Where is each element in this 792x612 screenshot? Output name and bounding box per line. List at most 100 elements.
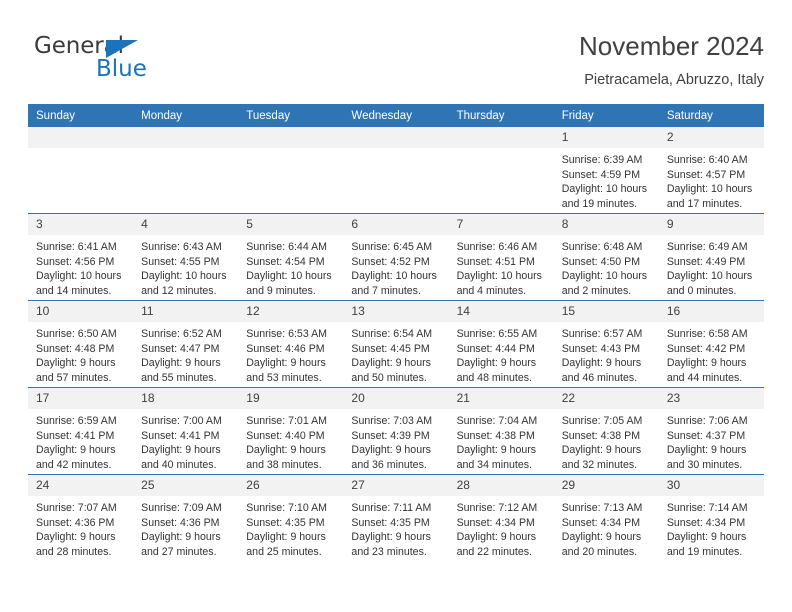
day-number: 29	[553, 475, 659, 496]
day-detail: Sunrise: 6:52 AM Sunset: 4:47 PM Daylight:…	[133, 322, 238, 385]
calendar-day-cell[interactable]: 6 Sunrise: 6:45 AM Sunset: 4:52 PM Daylight…	[343, 213, 449, 301]
title-block: November 2024 Pietracamela, Abruzzo, Ita…	[579, 30, 764, 89]
calendar-day-cell[interactable]: 3 Sunrise: 6:41 AM Sunset: 4:56 PM Daylight…	[28, 213, 134, 301]
sunset-text: Sunset: 4:46 PM	[246, 342, 325, 355]
calendar-day-cell[interactable]: 30 Sunrise: 7:14 AM Sunset: 4:34 PM Dayligh…	[658, 474, 764, 561]
daylight-text: Daylight: 9 hours and 23 minutes.	[351, 531, 431, 558]
calendar-day-cell[interactable]: 15 Sunrise: 6:57 AM Sunset: 4:43 PM Dayligh…	[553, 300, 659, 388]
weekday-header-saturday: Saturday	[658, 104, 764, 127]
sunrise-text: Sunrise: 6:43 AM	[141, 241, 222, 253]
calendar-day-cell[interactable]: 22 Sunrise: 7:05 AM Sunset: 4:38 PM Dayligh…	[553, 387, 659, 475]
calendar-day-cell[interactable]: 8 Sunrise: 6:48 AM Sunset: 4:50 PM Daylight…	[553, 213, 659, 301]
calendar-day-cell[interactable]: 4 Sunrise: 6:43 AM Sunset: 4:55 PM Daylight…	[133, 213, 239, 301]
calendar-day-cell[interactable]: 11 Sunrise: 6:52 AM Sunset: 4:47 PM Dayligh…	[133, 300, 239, 388]
sunrise-text: Sunrise: 7:09 AM	[141, 502, 222, 514]
day-detail: Sunrise: 6:39 AM Sunset: 4:59 PM Daylight:…	[554, 148, 659, 211]
day-detail: Sunrise: 7:13 AM Sunset: 4:34 PM Daylight:…	[554, 496, 659, 559]
sunrise-text: Sunrise: 7:10 AM	[246, 502, 327, 514]
sunset-text: Sunset: 4:35 PM	[351, 516, 430, 529]
sunrise-text: Sunrise: 7:12 AM	[456, 502, 538, 514]
calendar-day-cell[interactable]: 29 Sunrise: 7:13 AM Sunset: 4:34 PM Dayligh…	[553, 474, 659, 561]
sunset-text: Sunset: 4:41 PM	[141, 429, 220, 442]
sunrise-text: Sunrise: 6:58 AM	[666, 328, 748, 340]
weekday-header-monday: Monday	[133, 104, 239, 127]
daylight-text: Daylight: 9 hours and 55 minutes.	[141, 357, 221, 384]
day-detail: Sunrise: 7:00 AM Sunset: 4:41 PM Daylight:…	[133, 409, 238, 472]
day-number: 9	[658, 214, 764, 235]
calendar-day-cell[interactable]: 23 Sunrise: 7:06 AM Sunset: 4:37 PM Dayligh…	[658, 387, 764, 475]
day-detail: Sunrise: 6:43 AM Sunset: 4:55 PM Daylight:…	[133, 235, 238, 298]
day-detail: Sunrise: 7:05 AM Sunset: 4:38 PM Daylight:…	[554, 409, 659, 472]
calendar-day-cell[interactable]: 18 Sunrise: 7:00 AM Sunset: 4:41 PM Dayligh…	[133, 387, 239, 475]
location-subtitle: Pietracamela, Abruzzo, Italy	[584, 72, 764, 88]
sunset-text: Sunset: 4:35 PM	[246, 516, 325, 529]
daylight-text: Daylight: 9 hours and 40 minutes.	[141, 444, 221, 471]
day-number: 8	[553, 214, 659, 235]
day-detail: Sunrise: 6:58 AM Sunset: 4:42 PM Daylight:…	[659, 322, 764, 385]
calendar-day-cell[interactable]: 16 Sunrise: 6:58 AM Sunset: 4:42 PM Dayligh…	[658, 300, 764, 388]
sunset-text: Sunset: 4:49 PM	[666, 255, 746, 268]
general-blue-logo[interactable]: General Blue	[34, 33, 254, 91]
sunset-text: Sunset: 4:34 PM	[456, 516, 535, 529]
day-number: 28	[448, 475, 554, 496]
day-number: 2	[658, 127, 764, 148]
page-title: November 2024	[579, 31, 764, 61]
calendar-day-cell[interactable]: 13 Sunrise: 6:54 AM Sunset: 4:45 PM Dayligh…	[343, 300, 449, 388]
calendar-day-cell[interactable]: 26 Sunrise: 7:10 AM Sunset: 4:35 PM Dayligh…	[238, 474, 344, 561]
day-number: 23	[658, 388, 764, 409]
calendar-day-cell[interactable]: 5 Sunrise: 6:44 AM Sunset: 4:54 PM Daylight…	[238, 213, 344, 301]
calendar-day-cell[interactable]: 21 Sunrise: 7:04 AM Sunset: 4:38 PM Dayligh…	[448, 387, 554, 475]
sunset-text: Sunset: 4:38 PM	[561, 429, 641, 442]
daylight-text: Daylight: 9 hours and 22 minutes.	[456, 531, 537, 558]
day-number: 3	[28, 214, 134, 235]
calendar-day-cell[interactable]: 2 Sunrise: 6:40 AM Sunset: 4:57 PM Daylight…	[658, 127, 764, 214]
calendar-day-cell[interactable]: 25 Sunrise: 7:09 AM Sunset: 4:36 PM Dayligh…	[133, 474, 239, 561]
calendar-day-cell[interactable]: 7 Sunrise: 6:46 AM Sunset: 4:51 PM Daylight…	[448, 213, 554, 301]
calendar-day-cell[interactable]: 20 Sunrise: 7:03 AM Sunset: 4:39 PM Dayligh…	[343, 387, 449, 475]
sunrise-text: Sunrise: 6:49 AM	[666, 241, 748, 253]
sunset-text: Sunset: 4:56 PM	[36, 255, 115, 268]
calendar-day-cell[interactable]: 19 Sunrise: 7:01 AM Sunset: 4:40 PM Dayligh…	[238, 387, 344, 475]
day-number: 6	[343, 214, 449, 235]
day-number: 4	[133, 214, 239, 235]
day-detail: Sunrise: 6:50 AM Sunset: 4:48 PM Daylight:…	[28, 322, 133, 385]
calendar-day-cell[interactable]: 9 Sunrise: 6:49 AM Sunset: 4:49 PM Daylight…	[658, 213, 764, 301]
sunset-text: Sunset: 4:51 PM	[456, 255, 535, 268]
calendar-day-cell[interactable]: 27 Sunrise: 7:11 AM Sunset: 4:35 PM Dayligh…	[343, 474, 449, 561]
calendar-day-cell[interactable]: 10 Sunrise: 6:50 AM Sunset: 4:48 PM Dayligh…	[28, 300, 134, 388]
daylight-text: Daylight: 10 hours and 17 minutes.	[666, 183, 753, 210]
sunrise-text: Sunrise: 6:54 AM	[351, 328, 433, 340]
calendar-day-cell[interactable]: 1 Sunrise: 6:39 AM Sunset: 4:59 PM Daylight…	[553, 127, 659, 214]
calendar-day-cell[interactable]: 24 Sunrise: 7:07 AM Sunset: 4:36 PM Dayligh…	[28, 474, 134, 561]
calendar-body: 1 Sunrise: 6:39 AM Sunset: 4:59 PM Daylight…	[28, 127, 764, 561]
sunrise-text: Sunrise: 6:40 AM	[666, 154, 748, 166]
day-number: 24	[28, 475, 134, 496]
calendar-day-cell[interactable]: 14 Sunrise: 6:55 AM Sunset: 4:44 PM Dayligh…	[448, 300, 554, 388]
sunrise-sunset-calendar: Sunday Monday Tuesday Wednesday Thursday…	[28, 104, 764, 561]
day-detail: Sunrise: 6:55 AM Sunset: 4:44 PM Daylight:…	[449, 322, 554, 385]
sunset-text: Sunset: 4:50 PM	[561, 255, 641, 268]
calendar-day-cell[interactable]: 12 Sunrise: 6:53 AM Sunset: 4:46 PM Dayligh…	[238, 300, 344, 388]
daylight-text: Daylight: 9 hours and 50 minutes.	[351, 357, 431, 384]
day-detail: Sunrise: 7:07 AM Sunset: 4:36 PM Daylight:…	[28, 496, 133, 559]
sunset-text: Sunset: 4:34 PM	[666, 516, 746, 529]
sunset-text: Sunset: 4:54 PM	[246, 255, 325, 268]
sunset-text: Sunset: 4:39 PM	[351, 429, 430, 442]
daylight-text: Daylight: 10 hours and 0 minutes.	[666, 270, 753, 297]
sunrise-text: Sunrise: 7:13 AM	[561, 502, 643, 514]
day-number	[28, 127, 134, 148]
day-detail: Sunrise: 7:04 AM Sunset: 4:38 PM Daylight:…	[449, 409, 554, 472]
day-number: 25	[133, 475, 239, 496]
day-detail: Sunrise: 7:11 AM Sunset: 4:35 PM Daylight:…	[343, 496, 448, 559]
day-number	[133, 127, 239, 148]
sunset-text: Sunset: 4:36 PM	[141, 516, 220, 529]
daylight-text: Daylight: 9 hours and 38 minutes.	[246, 444, 326, 471]
sunrise-text: Sunrise: 6:50 AM	[36, 328, 117, 340]
day-number: 22	[553, 388, 659, 409]
sunrise-text: Sunrise: 7:01 AM	[246, 415, 327, 427]
sunrise-text: Sunrise: 6:55 AM	[456, 328, 538, 340]
day-detail: Sunrise: 6:54 AM Sunset: 4:45 PM Daylight:…	[343, 322, 448, 385]
calendar-day-cell[interactable]: 17 Sunrise: 6:59 AM Sunset: 4:41 PM Dayligh…	[28, 387, 134, 475]
sunset-text: Sunset: 4:48 PM	[36, 342, 115, 355]
calendar-day-cell[interactable]: 28 Sunrise: 7:12 AM Sunset: 4:34 PM Dayligh…	[448, 474, 554, 561]
